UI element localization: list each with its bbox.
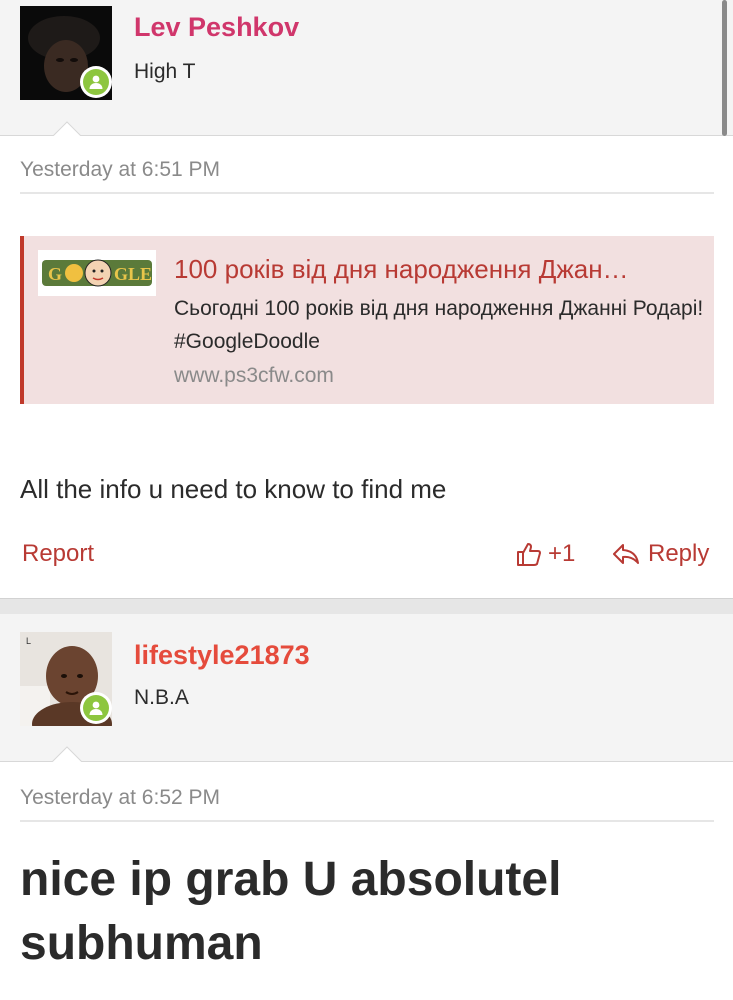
online-status-icon bbox=[80, 66, 112, 98]
scrollbar[interactable] bbox=[722, 0, 727, 136]
reply-arrow-icon bbox=[613, 544, 639, 564]
caret-icon bbox=[52, 121, 82, 137]
online-status-icon bbox=[80, 692, 112, 724]
post-separator bbox=[0, 598, 733, 614]
like-count: +1 bbox=[548, 540, 576, 567]
link-title[interactable]: 100 років від дня народження Джан… bbox=[174, 254, 704, 285]
avatar[interactable] bbox=[20, 6, 112, 100]
username[interactable]: Lev Peshkov bbox=[134, 12, 299, 43]
post-message: nice ip grab U absolutel subhuman bbox=[20, 853, 562, 970]
post-body: Yesterday at 6:51 PM G GLE 100 років від… bbox=[0, 136, 733, 598]
post-message: All the info u need to know to find me bbox=[20, 474, 447, 504]
post-timestamp[interactable]: Yesterday at 6:51 PM bbox=[20, 158, 220, 182]
avatar[interactable]: L bbox=[20, 632, 112, 726]
post-header: L lifestyle21873 N.B.A bbox=[0, 614, 733, 762]
post-header: Lev Peshkov High T bbox=[0, 0, 733, 137]
svg-text:GLE: GLE bbox=[114, 264, 152, 284]
link-preview-card[interactable]: G GLE 100 років від дня народження Джан…… bbox=[20, 236, 714, 404]
user-title: N.B.A bbox=[134, 686, 189, 709]
svg-text:L: L bbox=[26, 636, 31, 646]
divider bbox=[20, 820, 714, 822]
link-thumbnail: G GLE bbox=[38, 250, 156, 296]
post-timestamp[interactable]: Yesterday at 6:52 PM bbox=[20, 786, 220, 810]
like-button[interactable]: +1 bbox=[516, 540, 575, 568]
svg-text:G: G bbox=[48, 264, 62, 284]
reply-button[interactable]: Reply bbox=[612, 540, 709, 568]
divider bbox=[20, 192, 714, 194]
link-url: www.ps3cfw.com bbox=[174, 364, 334, 387]
user-title: High T bbox=[134, 60, 196, 83]
thumbs-up-icon bbox=[517, 543, 541, 566]
link-description: Сьогодні 100 років від дня народження Дж… bbox=[174, 297, 704, 353]
report-link[interactable]: Report bbox=[22, 540, 94, 568]
caret-icon bbox=[52, 746, 82, 762]
reply-label: Reply bbox=[648, 540, 710, 567]
username[interactable]: lifestyle21873 bbox=[134, 640, 310, 671]
